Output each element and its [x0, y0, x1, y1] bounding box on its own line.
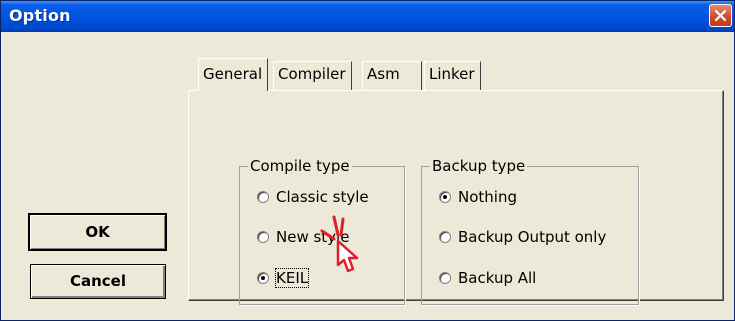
radio-label: KEIL: [274, 268, 310, 288]
hand-cursor-icon: [320, 215, 359, 273]
window-title: Option: [9, 6, 71, 25]
close-icon: [714, 9, 727, 22]
tab-asm[interactable]: Asm: [362, 61, 422, 90]
radio-button[interactable]: [257, 272, 269, 284]
radio-classic-style[interactable]: Classic style: [257, 188, 369, 206]
tab-compiler[interactable]: Compiler: [273, 61, 352, 90]
radio-backup-output-only[interactable]: Backup Output only: [439, 228, 606, 246]
radio-nothing[interactable]: Nothing: [439, 188, 517, 206]
radio-button[interactable]: [257, 231, 269, 243]
ok-button[interactable]: OK: [28, 213, 167, 251]
backup-type-legend: Backup type: [430, 157, 528, 175]
dialog-client-area: OK Cancel General Compiler Asm Linker Co…: [4, 33, 731, 317]
radio-label: Nothing: [458, 188, 517, 206]
tab-panel-general: General Compiler Asm Linker Compile type…: [188, 58, 724, 305]
backup-type-group: Backup type Nothing Backup Output only B…: [421, 157, 639, 305]
option-dialog: Option OK Cancel General Compiler Asm Li…: [0, 0, 735, 321]
radio-keil[interactable]: KEIL: [257, 268, 310, 288]
radio-label: Classic style: [276, 188, 369, 206]
radio-button[interactable]: [439, 231, 451, 243]
title-bar[interactable]: Option: [1, 1, 734, 32]
radio-label: Backup All: [458, 269, 537, 287]
close-button[interactable]: [709, 4, 732, 27]
radio-backup-all[interactable]: Backup All: [439, 269, 536, 287]
compile-type-legend: Compile type: [248, 157, 352, 175]
cancel-button[interactable]: Cancel: [30, 264, 166, 299]
tab-general[interactable]: General: [198, 58, 269, 91]
tab-linker[interactable]: Linker: [424, 61, 481, 90]
radio-button[interactable]: [257, 191, 269, 203]
radio-label: Backup Output only: [458, 228, 607, 246]
radio-button[interactable]: [439, 191, 451, 203]
radio-button[interactable]: [439, 272, 451, 284]
